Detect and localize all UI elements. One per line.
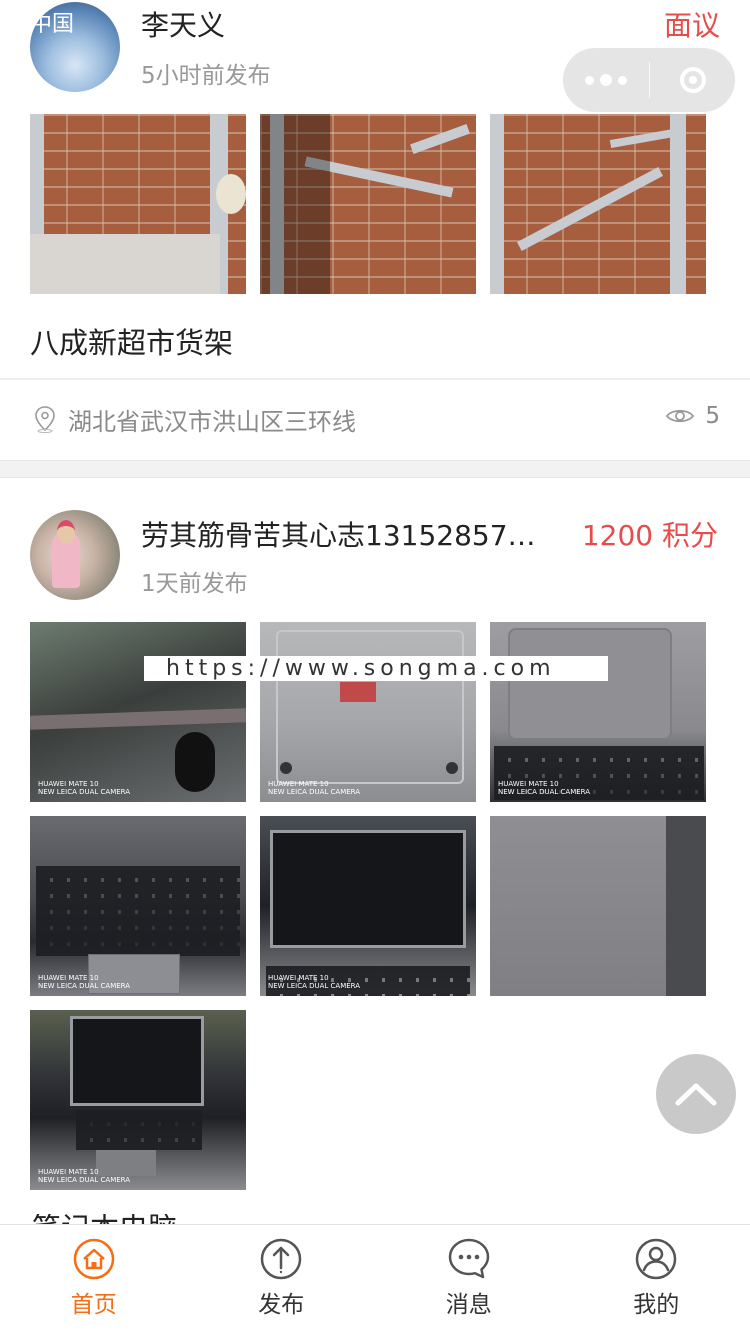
post-image[interactable]: HUAWEI MATE 10 NEW LEICA DUAL CAMERA bbox=[30, 1010, 246, 1190]
post-image[interactable] bbox=[260, 114, 476, 294]
divider bbox=[0, 378, 750, 380]
location-icon bbox=[35, 406, 55, 433]
post-image[interactable] bbox=[30, 114, 246, 294]
close-circle-icon[interactable] bbox=[650, 48, 735, 112]
tab-profile[interactable]: 我的 bbox=[563, 1225, 750, 1334]
chevron-up-icon bbox=[675, 1083, 717, 1106]
photo-caption: HUAWEI MATE 10 NEW LEICA DUAL CAMERA bbox=[38, 780, 131, 796]
upload-icon bbox=[261, 1238, 302, 1280]
post-image[interactable] bbox=[490, 816, 706, 996]
post-time: 1天前发布 bbox=[141, 571, 248, 597]
tab-publish[interactable]: 发布 bbox=[188, 1225, 376, 1334]
avatar[interactable] bbox=[30, 510, 120, 600]
photo-caption: HUAWEI MATE 10 NEW LEICA DUAL CAMERA bbox=[38, 974, 131, 990]
tab-home[interactable]: 首页 bbox=[0, 1225, 188, 1334]
post-description[interactable]: 八成新超市货架 bbox=[30, 320, 233, 362]
view-count-value: 5 bbox=[705, 403, 720, 429]
watermark-text: https://www.songma.com bbox=[144, 656, 608, 681]
message-icon bbox=[448, 1238, 489, 1279]
home-icon bbox=[73, 1238, 114, 1280]
view-count: 5 bbox=[665, 403, 720, 429]
scroll-to-top-button[interactable] bbox=[656, 1054, 736, 1134]
post-username[interactable]: 李天义 bbox=[141, 4, 225, 44]
post-price: 1200 积分 bbox=[581, 519, 718, 552]
tab-messages[interactable]: 消息 bbox=[375, 1225, 563, 1334]
tab-label: 我的 bbox=[633, 1292, 680, 1318]
post-image[interactable]: HUAWEI MATE 10 NEW LEICA DUAL CAMERA bbox=[260, 622, 476, 802]
more-dots-icon[interactable] bbox=[563, 48, 649, 112]
miniprogram-capsule bbox=[563, 48, 735, 112]
photo-caption: HUAWEI MATE 10 NEW LEICA DUAL CAMERA bbox=[498, 780, 591, 796]
post-time: 5小时前发布 bbox=[141, 63, 271, 89]
post-image[interactable]: HUAWEI MATE 10 NEW LEICA DUAL CAMERA bbox=[30, 622, 246, 802]
tab-label: 发布 bbox=[258, 1292, 305, 1318]
avatar[interactable]: 中国 bbox=[30, 2, 120, 92]
post-username[interactable]: 劳其筋骨苦其心志13152857… bbox=[141, 514, 536, 554]
post-image[interactable]: HUAWEI MATE 10 NEW LEICA DUAL CAMERA bbox=[490, 622, 706, 802]
photo-caption: HUAWEI MATE 10 NEW LEICA DUAL CAMERA bbox=[38, 1168, 131, 1184]
post-image[interactable] bbox=[490, 114, 706, 294]
eye-icon bbox=[666, 409, 695, 423]
post-location: 湖北省武汉市洪山区三环线 bbox=[68, 408, 356, 436]
tab-label: 首页 bbox=[70, 1292, 117, 1318]
tab-label: 消息 bbox=[445, 1292, 492, 1318]
post-image[interactable]: HUAWEI MATE 10 NEW LEICA DUAL CAMERA bbox=[30, 816, 246, 996]
feed-page: 中国 李天义 5小时前发布 面议 八成新超市货架 湖北省武汉市洪山区三环线 5 bbox=[0, 0, 750, 1334]
user-icon bbox=[636, 1238, 677, 1280]
avatar-overlay-text: 中国 bbox=[30, 12, 75, 37]
bottom-tab-bar: 首页 发布 消息 我的 bbox=[0, 1224, 750, 1334]
photo-caption: HUAWEI MATE 10 NEW LEICA DUAL CAMERA bbox=[268, 974, 361, 990]
photo-caption: HUAWEI MATE 10 NEW LEICA DUAL CAMERA bbox=[268, 780, 361, 796]
post-price: 面议 bbox=[664, 9, 721, 42]
post-separator bbox=[0, 460, 750, 478]
post-image[interactable]: HUAWEI MATE 10 NEW LEICA DUAL CAMERA bbox=[260, 816, 476, 996]
